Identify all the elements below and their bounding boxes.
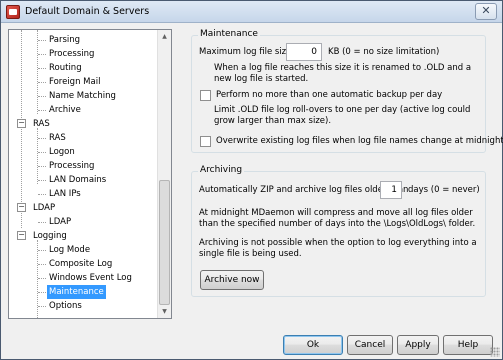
max-size-note: When a log file reaches this size it is … — [214, 63, 472, 84]
window-title: Default Domain & Servers — [25, 6, 150, 17]
tree-connector — [21, 30, 22, 228]
help-button[interactable]: Help — [443, 335, 493, 355]
backup-label[interactable]: Perform no more than one automatic backu… — [216, 90, 442, 100]
tree-connector — [38, 194, 46, 195]
zip-days-input[interactable]: 1 — [380, 181, 402, 199]
tree-connector — [38, 222, 46, 223]
tree-connector — [38, 110, 46, 111]
archiving-note-2: Archiving is not possible when the optio… — [199, 238, 477, 259]
archiving-group: Archiving Automatically ZIP and archive … — [191, 165, 486, 297]
apply-button[interactable]: Apply — [397, 335, 439, 355]
archive-now-button[interactable]: Archive now — [200, 270, 264, 290]
tree-item[interactable]: Processing — [47, 47, 96, 61]
archiving-note-1: At midnight MDaemon will compress and mo… — [199, 208, 476, 229]
scroll-down-icon[interactable]: ▼ — [158, 305, 171, 318]
tree-connector — [37, 240, 38, 318]
tree-item[interactable]: RAS — [47, 131, 68, 145]
collapse-icon[interactable]: − — [17, 203, 26, 212]
tree-item[interactable]: Composite Log — [47, 257, 114, 271]
tree-connector — [38, 68, 46, 69]
scroll-up-icon[interactable]: ▲ — [158, 30, 171, 43]
tree-connector — [38, 40, 46, 41]
archiving-title: Archiving — [198, 165, 245, 175]
overwrite-checkbox[interactable] — [200, 136, 211, 147]
tree-item[interactable]: Archive — [47, 103, 83, 117]
tree-connector — [38, 166, 46, 167]
tree-item[interactable]: Foreign Mail — [47, 75, 102, 89]
collapse-icon[interactable]: − — [17, 231, 26, 240]
overwrite-label[interactable]: Overwrite existing log files when log fi… — [216, 136, 503, 146]
cancel-button[interactable]: Cancel — [347, 335, 393, 355]
tree-item[interactable]: Log Mode — [47, 243, 92, 257]
tree-item[interactable]: Routing — [47, 61, 84, 75]
tree-connector — [38, 152, 46, 153]
title-bar[interactable]: Default Domain & Servers ✕ — [1, 1, 502, 23]
maintenance-title: Maintenance — [198, 29, 260, 39]
tree-connector — [38, 264, 46, 265]
tree-item[interactable]: Name Matching — [47, 89, 118, 103]
zip-label: Automatically ZIP and archive log files … — [199, 185, 409, 195]
tree-item[interactable]: LAN IPs — [47, 187, 83, 201]
tree-connector — [37, 30, 38, 114]
backup-note: Limit .OLD file log roll-overs to one pe… — [214, 105, 471, 126]
tree-connector — [38, 278, 46, 279]
tree-item[interactable]: RAS — [31, 117, 52, 131]
collapse-icon[interactable]: − — [17, 119, 26, 128]
tree-connector — [38, 180, 46, 181]
tree-item[interactable]: Logging — [31, 229, 69, 243]
max-size-input[interactable]: 0 — [286, 43, 322, 61]
tree-item[interactable]: Options — [47, 299, 84, 313]
tree-connector — [38, 54, 46, 55]
resize-grip-icon[interactable] — [490, 347, 500, 357]
ok-button[interactable]: Ok — [283, 335, 343, 355]
tree-connector — [38, 82, 46, 83]
tree-item[interactable]: LDAP — [47, 215, 73, 229]
max-size-suffix: KB (0 = no size limitation) — [328, 47, 440, 57]
tree-item[interactable]: LAN Domains — [47, 173, 108, 187]
tree-item[interactable]: Windows Event Log — [47, 271, 134, 285]
tree-item[interactable]: Parsing — [47, 33, 82, 47]
tree-item[interactable]: Logon — [47, 145, 77, 159]
close-button[interactable]: ✕ — [475, 3, 497, 20]
tree-connector — [38, 250, 46, 251]
scroll-thumb[interactable] — [159, 180, 170, 305]
backup-checkbox[interactable] — [200, 90, 211, 101]
tree-item[interactable]: LDAP — [31, 201, 57, 215]
tree-connector — [38, 138, 46, 139]
settings-tree[interactable]: Parsing Processing Routing Foreign Mail Name… — [8, 29, 172, 319]
tree-connector — [38, 96, 46, 97]
zip-suffix: days (0 = never) — [408, 185, 480, 195]
dialog-window: Default Domain & Servers ✕ Parsing Proces… — [0, 0, 503, 360]
maintenance-group: Maintenance Maximum log file size 0 KB (… — [191, 29, 503, 153]
tree-connector — [38, 306, 46, 307]
app-icon — [6, 5, 20, 19]
tree-item[interactable]: Maintenance — [47, 285, 106, 299]
tree-connector — [38, 292, 46, 293]
tree-scrollbar[interactable]: ▲ ▼ — [157, 30, 171, 318]
max-size-label: Maximum log file size — [199, 47, 292, 57]
tree-connector — [37, 128, 38, 184]
tree-item[interactable]: Processing — [47, 159, 96, 173]
